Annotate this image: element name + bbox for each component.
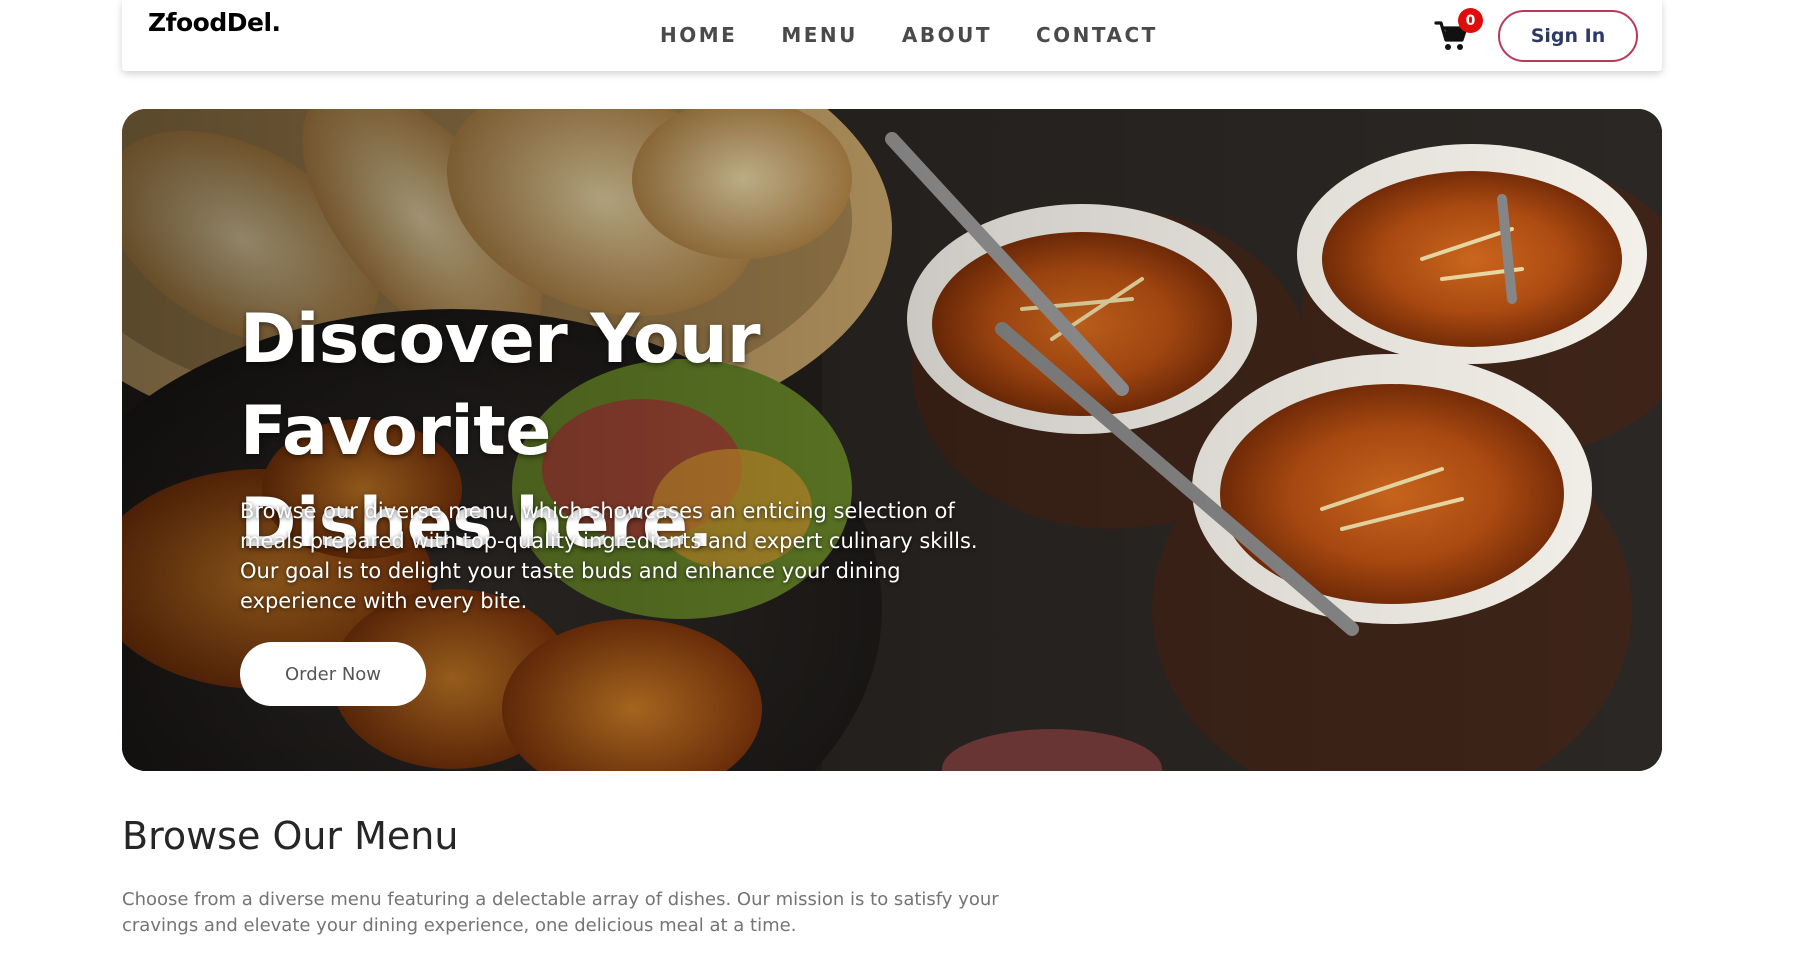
nav-contact[interactable]: CONTACT xyxy=(1036,22,1158,48)
hero-banner: Discover Your Favorite Dishes here. Brow… xyxy=(122,109,1662,771)
cart-count-badge: 0 xyxy=(1458,8,1483,33)
order-now-button[interactable]: Order Now xyxy=(240,642,426,706)
sign-in-button[interactable]: Sign In xyxy=(1498,10,1638,62)
navbar: ZfoodDel. HOME MENU ABOUT CONTACT xyxy=(122,0,1662,71)
nav-home[interactable]: HOME xyxy=(660,22,737,48)
nav-menu[interactable]: MENU xyxy=(781,22,858,48)
hero-title-line1: Discover Your Favorite xyxy=(240,300,761,471)
menu-description: Choose from a diverse menu featuring a d… xyxy=(122,889,999,936)
nav-about[interactable]: ABOUT xyxy=(902,22,992,48)
nav-links: HOME MENU ABOUT CONTACT xyxy=(660,22,1202,48)
logo[interactable]: ZfoodDel. xyxy=(148,8,281,38)
page: ZfoodDel. HOME MENU ABOUT CONTACT 0 Sign… xyxy=(0,0,1820,961)
menu-heading: Browse Our Menu xyxy=(122,814,459,858)
hero-description: Browse our diverse menu, which showcases… xyxy=(240,499,978,613)
